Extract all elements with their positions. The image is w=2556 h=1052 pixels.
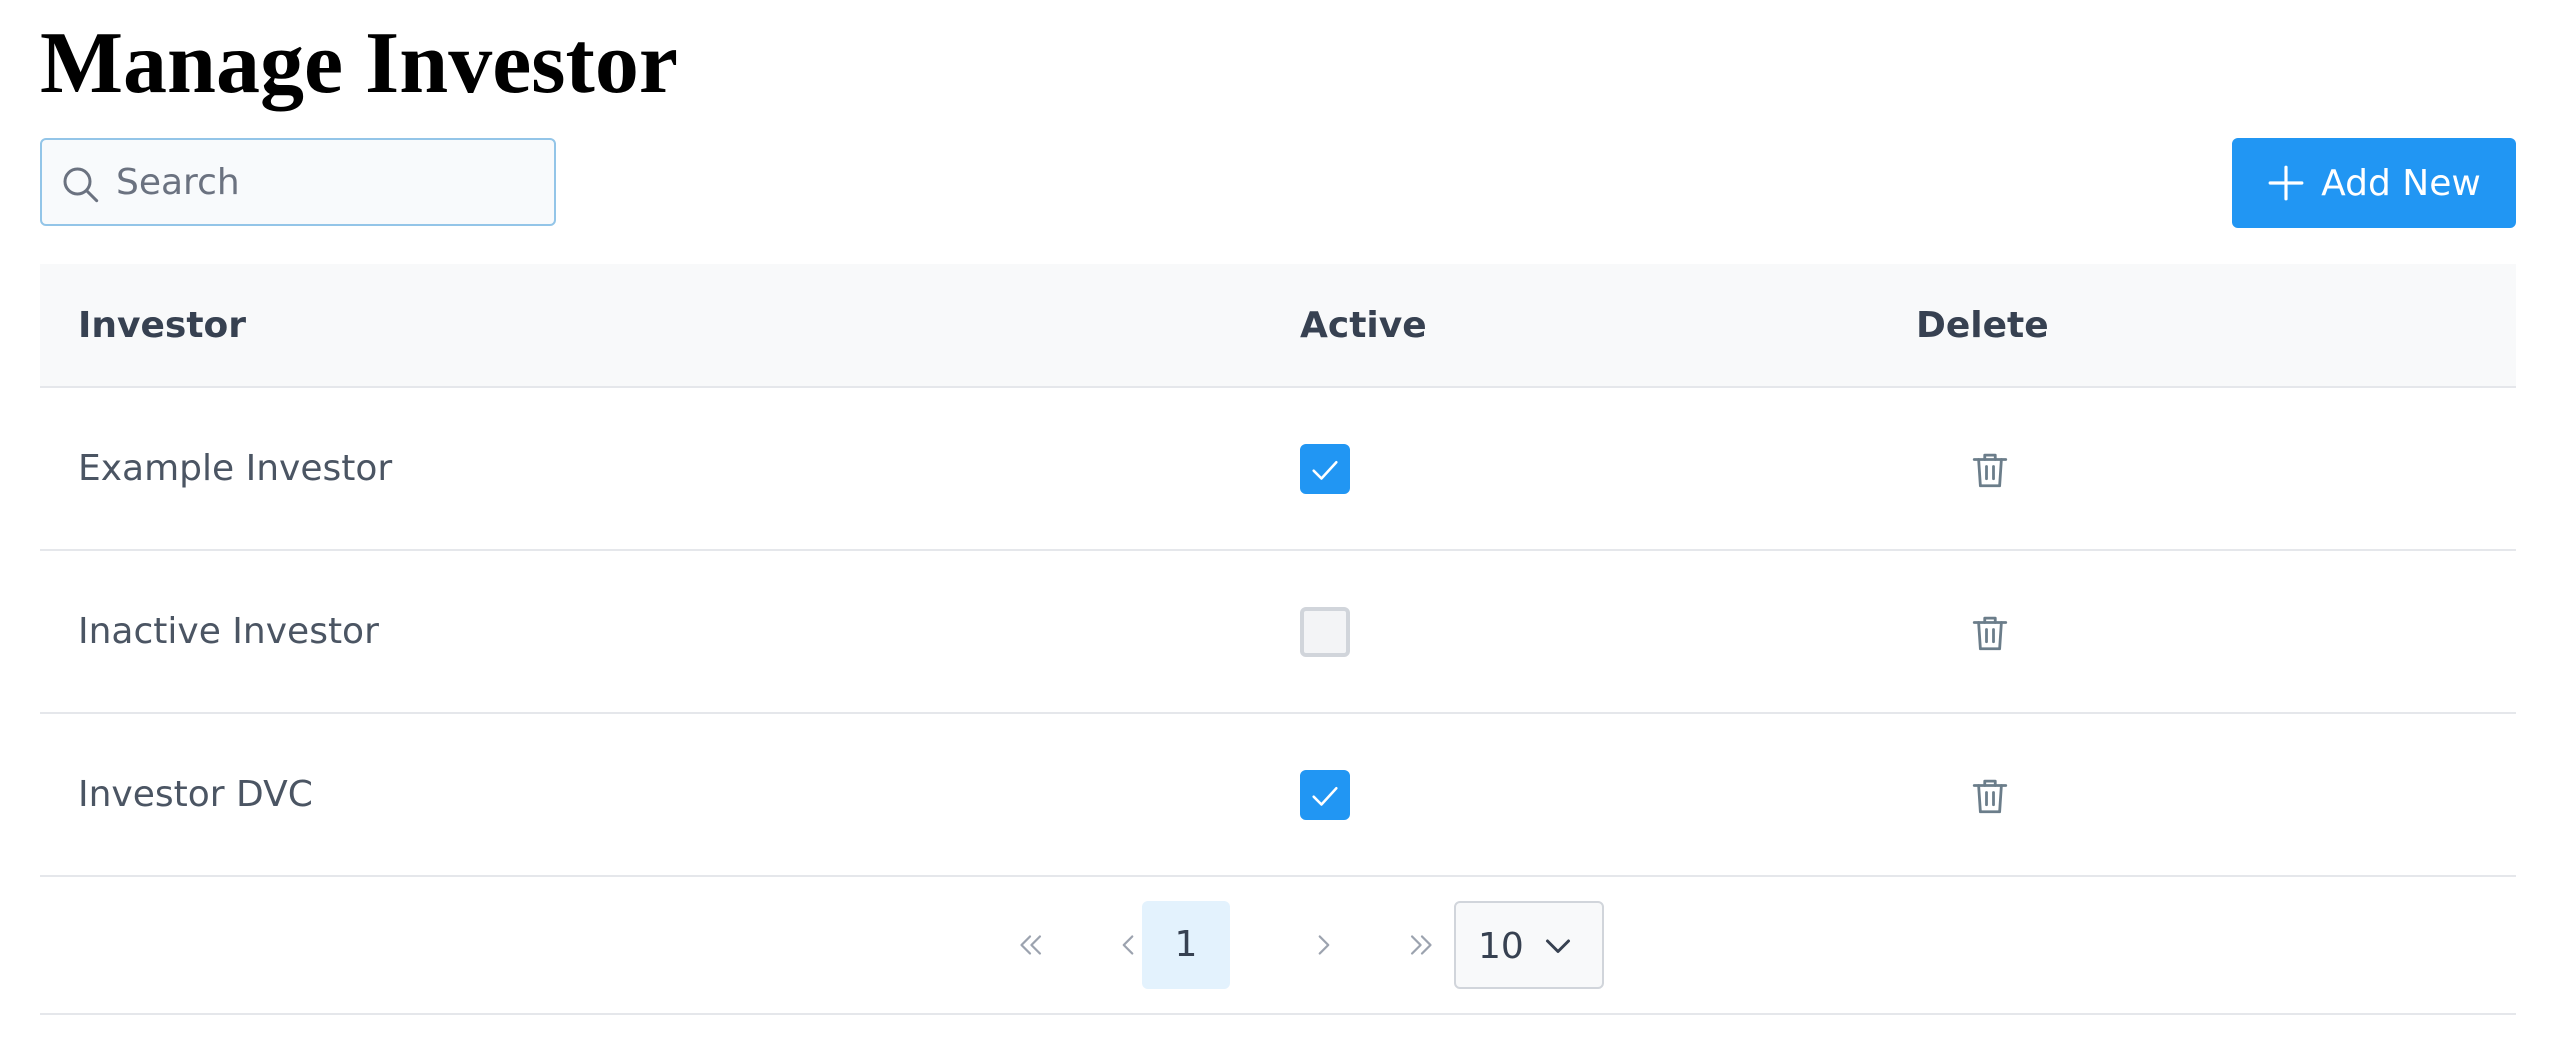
- chevron-down-icon: [1546, 939, 1570, 953]
- investor-name: Example Investor: [78, 448, 393, 489]
- trash-icon: [1972, 616, 2008, 651]
- pagination: 1 10: [40, 877, 2516, 1015]
- page-button-current[interactable]: 1: [1142, 901, 1230, 989]
- add-new-label: Add New: [2321, 162, 2481, 204]
- active-checkbox[interactable]: [1300, 770, 1350, 820]
- chevron-right-icon: [1318, 935, 1330, 955]
- search-box[interactable]: [40, 138, 556, 226]
- table-row: Inactive Investor: [40, 551, 2516, 714]
- investor-name: Inactive Investor: [78, 611, 379, 652]
- investor-name: Investor DVC: [78, 774, 313, 815]
- next-page-button[interactable]: [1280, 901, 1368, 989]
- trash-icon: [1972, 779, 2008, 814]
- chevrons-right-icon: [1410, 935, 1432, 955]
- column-header-delete: Delete: [1916, 305, 2049, 346]
- table-row: Example Investor: [40, 388, 2516, 551]
- page-size-value: 10: [1478, 926, 1524, 967]
- column-header-investor[interactable]: Investor: [78, 264, 246, 388]
- search-icon: [63, 167, 99, 203]
- first-page-button[interactable]: [986, 901, 1074, 989]
- chevron-left-icon: [1122, 935, 1134, 955]
- delete-button[interactable]: [1962, 442, 2018, 498]
- table-row: Investor DVC: [40, 714, 2516, 877]
- delete-button[interactable]: [1962, 605, 2018, 661]
- delete-button[interactable]: [1962, 768, 2018, 824]
- page-size-dropdown[interactable]: 10: [1454, 901, 1604, 989]
- check-icon: [1312, 786, 1338, 806]
- active-checkbox[interactable]: [1300, 444, 1350, 494]
- chevrons-left-icon: [1020, 935, 1042, 955]
- page-title: Manage Investor: [40, 15, 678, 112]
- column-header-active[interactable]: Active: [1300, 264, 1427, 388]
- last-page-button[interactable]: [1378, 901, 1466, 989]
- table-header: Investor Active Delete: [40, 264, 2516, 388]
- trash-icon: [1972, 453, 2008, 488]
- check-icon: [1312, 460, 1338, 480]
- search-input[interactable]: [116, 140, 536, 224]
- active-checkbox[interactable]: [1300, 607, 1350, 657]
- add-new-button[interactable]: Add New: [2232, 138, 2516, 228]
- plus-icon: [2268, 165, 2304, 201]
- investor-table: Investor Active Delete Example Investor: [40, 264, 2516, 1015]
